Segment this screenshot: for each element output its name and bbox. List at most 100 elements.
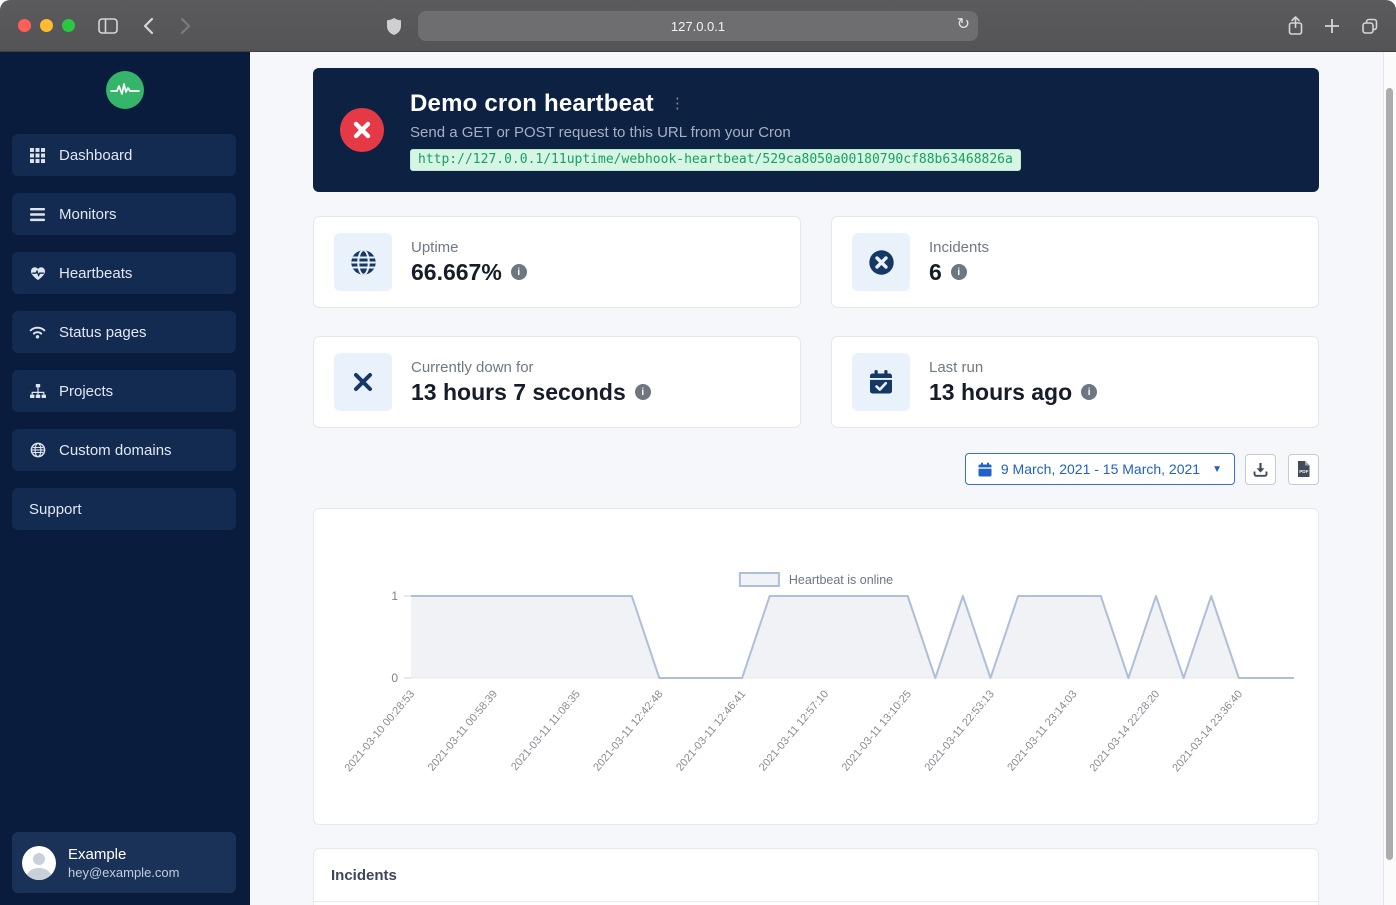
download-csv-button[interactable] [1245,453,1276,485]
x-axis-label: 2021-03-11 11:08:35 [509,688,583,773]
sidebar-item-support[interactable]: Support [12,488,236,530]
sidebar-item-label: Projects [59,382,114,400]
minimize-window-button[interactable] [40,19,53,32]
main-content: Demo cron heartbeat ⋮ Send a GET or POST… [250,52,1396,905]
stat-card-incidents: Incidents 6 i [831,216,1319,308]
privacy-shield-icon[interactable] [382,14,406,38]
traffic-lights [18,19,75,32]
heart-pulse-icon [29,265,46,282]
tab-overview-icon[interactable] [1358,14,1382,38]
scrollbar-track[interactable] [1383,52,1396,905]
address-bar[interactable]: 127.0.0.1 ↻ [418,11,978,41]
heartbeat-area-chart: 1 0 2021-03-10 00:28:53 2021-03-11 00:58:39… [342,589,1294,774]
user-email: hey@example.com [68,864,180,880]
x-axis-label: 2021-03-11 13:10:25 [840,688,914,773]
scrollbar-thumb[interactable] [1386,88,1393,860]
list-icon [29,206,46,223]
x-axis-label: 2021-03-11 23:14:03 [1005,688,1079,773]
browser-chrome: 127.0.0.1 ↻ [0,0,1396,52]
new-tab-icon[interactable] [1320,14,1344,38]
stat-card-last-run: Last run 13 hours ago i [831,336,1319,428]
x-axis-label: 2021-03-14 22:28:20 [1087,688,1162,774]
address-bar-url: 127.0.0.1 [670,18,726,34]
sidebar-item-dashboard[interactable]: Dashboard [12,134,236,176]
page-title: Demo cron heartbeat [410,89,654,117]
globe-icon [29,442,46,459]
x-axis-label: 2021-03-11 22:53:13 [922,688,996,773]
sitemap-icon [29,383,46,400]
stat-value: 13 hours ago [929,378,1073,405]
back-icon[interactable] [136,14,160,38]
close-window-button[interactable] [18,19,31,32]
y-axis-label: 0 [391,671,398,685]
stat-card-currently-down: Currently down for 13 hours 7 seconds i [313,336,801,428]
times-icon [334,353,392,411]
heartbeat-banner: Demo cron heartbeat ⋮ Send a GET or POST… [313,68,1319,192]
incidents-title: Incidents [331,866,397,884]
sidebar-item-label: Dashboard [59,146,133,164]
sidebar-item-label: Status pages [59,323,147,341]
x-axis-label: 2021-03-11 12:46:41 [674,688,748,773]
times-circle-icon [852,233,910,291]
download-icon [1253,462,1268,477]
file-pdf-icon: PDF [1297,461,1310,477]
x-axis-label: 2021-03-10 00:28:53 [342,688,417,774]
sidebar-item-label: Heartbeats [59,264,133,282]
browser-window: 127.0.0.1 ↻ Dashboard Monitors Heartbeat… [0,0,1396,905]
stat-value: 6 [929,258,942,285]
share-icon[interactable] [1283,14,1307,38]
times-circle-icon [340,108,384,152]
sidebar-item-label: Support [29,500,82,518]
incidents-header: Incidents [314,849,1318,902]
sidebar: Dashboard Monitors Heartbeats Status pag… [0,52,250,905]
stat-label: Currently down for [411,358,534,376]
sidebar-item-status-pages[interactable]: Status pages [12,311,236,353]
chart-legend[interactable]: Heartbeat is online [738,572,894,587]
banner-subtitle: Send a GET or POST request to this URL f… [410,123,791,141]
stat-value: 13 hours 7 seconds [411,378,626,405]
date-range-picker[interactable]: 9 March, 2021 - 15 March, 2021 ▼ [964,453,1235,485]
reload-icon[interactable]: ↻ [957,14,970,34]
chevron-down-icon: ▼ [1212,463,1222,475]
incidents-card: Incidents [313,848,1319,905]
stat-label: Incidents [929,238,990,256]
zoom-window-button[interactable] [62,19,75,32]
download-pdf-button[interactable]: PDF [1288,453,1319,485]
y-axis-label: 1 [391,589,398,603]
x-axis-label: 2021-03-11 12:57:10 [757,688,831,773]
stats-grid: Uptime 66.667% i Incidents 6 i Currently… [313,216,1319,428]
info-icon[interactable]: i [1081,384,1098,400]
calendar-icon [978,462,992,477]
info-icon[interactable]: i [634,384,651,400]
chart-toolbar: 9 March, 2021 - 15 March, 2021 ▼ PDF [313,453,1319,485]
date-range-label: 9 March, 2021 - 15 March, 2021 [1000,461,1201,477]
webhook-url[interactable]: http://127.0.0.1/11uptime/webhook-heartb… [410,148,1021,171]
legend-swatch [738,572,780,587]
chart-area-fill [411,596,1294,678]
sidebar-item-label: Custom domains [59,441,172,459]
avatar [22,845,56,880]
stat-card-uptime: Uptime 66.667% i [313,216,801,308]
sidebar-item-monitors[interactable]: Monitors [12,193,236,235]
x-axis-label: 2021-03-11 12:42:48 [591,688,665,773]
sidebar-item-projects[interactable]: Projects [12,370,236,412]
legend-label: Heartbeat is online [788,572,894,587]
globe-icon [334,233,392,291]
info-icon[interactable]: i [510,264,527,280]
calendar-check-icon [852,353,910,411]
user-account-button[interactable]: Example hey@example.com [12,832,236,893]
heartbeat-chart-card: 1 0 2021-03-10 00:28:53 2021-03-11 00:58:39… [313,508,1319,825]
wifi-icon [29,324,46,341]
stat-label: Uptime [411,238,459,256]
kebab-menu-icon[interactable]: ⋮ [666,96,689,111]
grid-icon [29,147,46,164]
svg-text:PDF: PDF [1299,469,1308,474]
sidebar-item-custom-domains[interactable]: Custom domains [12,429,236,471]
sidebar-item-heartbeats[interactable]: Heartbeats [12,252,236,294]
app-logo-heartbeat-icon[interactable] [106,71,144,109]
info-icon[interactable]: i [950,264,967,280]
user-name: Example [68,845,127,863]
stat-value: 66.667% [411,258,502,285]
sidebar-toggle-icon[interactable] [96,14,120,38]
forward-icon[interactable] [174,14,198,38]
